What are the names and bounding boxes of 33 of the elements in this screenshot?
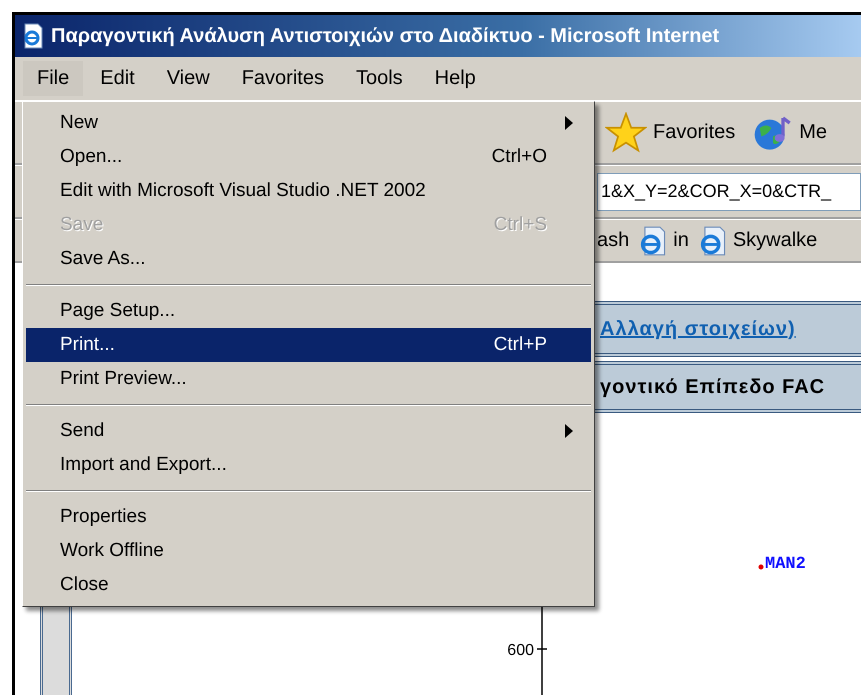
star-icon xyxy=(605,112,647,154)
toolbar-button[interactable]: Favorites xyxy=(597,112,736,154)
address-field[interactable]: 1&X_Y=2&COR_X=0&CTR_ xyxy=(597,172,861,210)
edit-link[interactable]: Αλλαγή στοιχείων) xyxy=(600,318,796,340)
page-icon xyxy=(698,226,727,256)
menu-item[interactable]: Save As... xyxy=(26,242,591,276)
point-label: MAN2 xyxy=(765,555,806,574)
menu-item[interactable]: Send xyxy=(26,414,591,448)
axis-tick-label: 600 xyxy=(507,642,534,659)
menu-item[interactable]: Tools xyxy=(340,60,418,97)
link-button[interactable]: Skywalke xyxy=(698,226,818,256)
menu-item[interactable]: Print Preview... xyxy=(26,362,591,396)
menu-item[interactable]: Open... Ctrl+O xyxy=(26,140,591,174)
link-button[interactable]: in xyxy=(639,226,689,256)
section-heading: γοντικό Επίπεδο FAC xyxy=(600,376,826,398)
menu-item[interactable]: Help xyxy=(420,60,491,97)
menu-item[interactable]: New xyxy=(26,106,591,140)
link-button[interactable]: ash xyxy=(597,229,630,252)
menu-item[interactable]: Print... Ctrl+P xyxy=(26,328,591,362)
menu-item[interactable]: View xyxy=(152,60,225,97)
data-point xyxy=(758,564,764,570)
window-title: Παραγοντική Ανάλυση Αντιστοιχιών στο Διαδίκτυο - Microsoft Internet xyxy=(51,24,720,48)
toolbar-button[interactable]: Me xyxy=(745,112,828,152)
menu-item[interactable]: File xyxy=(23,61,84,96)
menu-item[interactable]: Edit xyxy=(85,60,150,97)
menu-item[interactable]: Import and Export... xyxy=(26,448,591,482)
menu-item[interactable]: Close xyxy=(26,568,591,602)
menu-item[interactable]: Work Offline xyxy=(26,534,591,568)
menu-item[interactable]: Page Setup... xyxy=(26,294,591,328)
menu-item[interactable]: Edit with Microsoft Visual Studio .NET 2002 xyxy=(26,174,591,208)
page-icon xyxy=(639,226,668,256)
menu-item[interactable]: Properties xyxy=(26,500,591,534)
menu-item[interactable]: Favorites xyxy=(226,60,339,97)
